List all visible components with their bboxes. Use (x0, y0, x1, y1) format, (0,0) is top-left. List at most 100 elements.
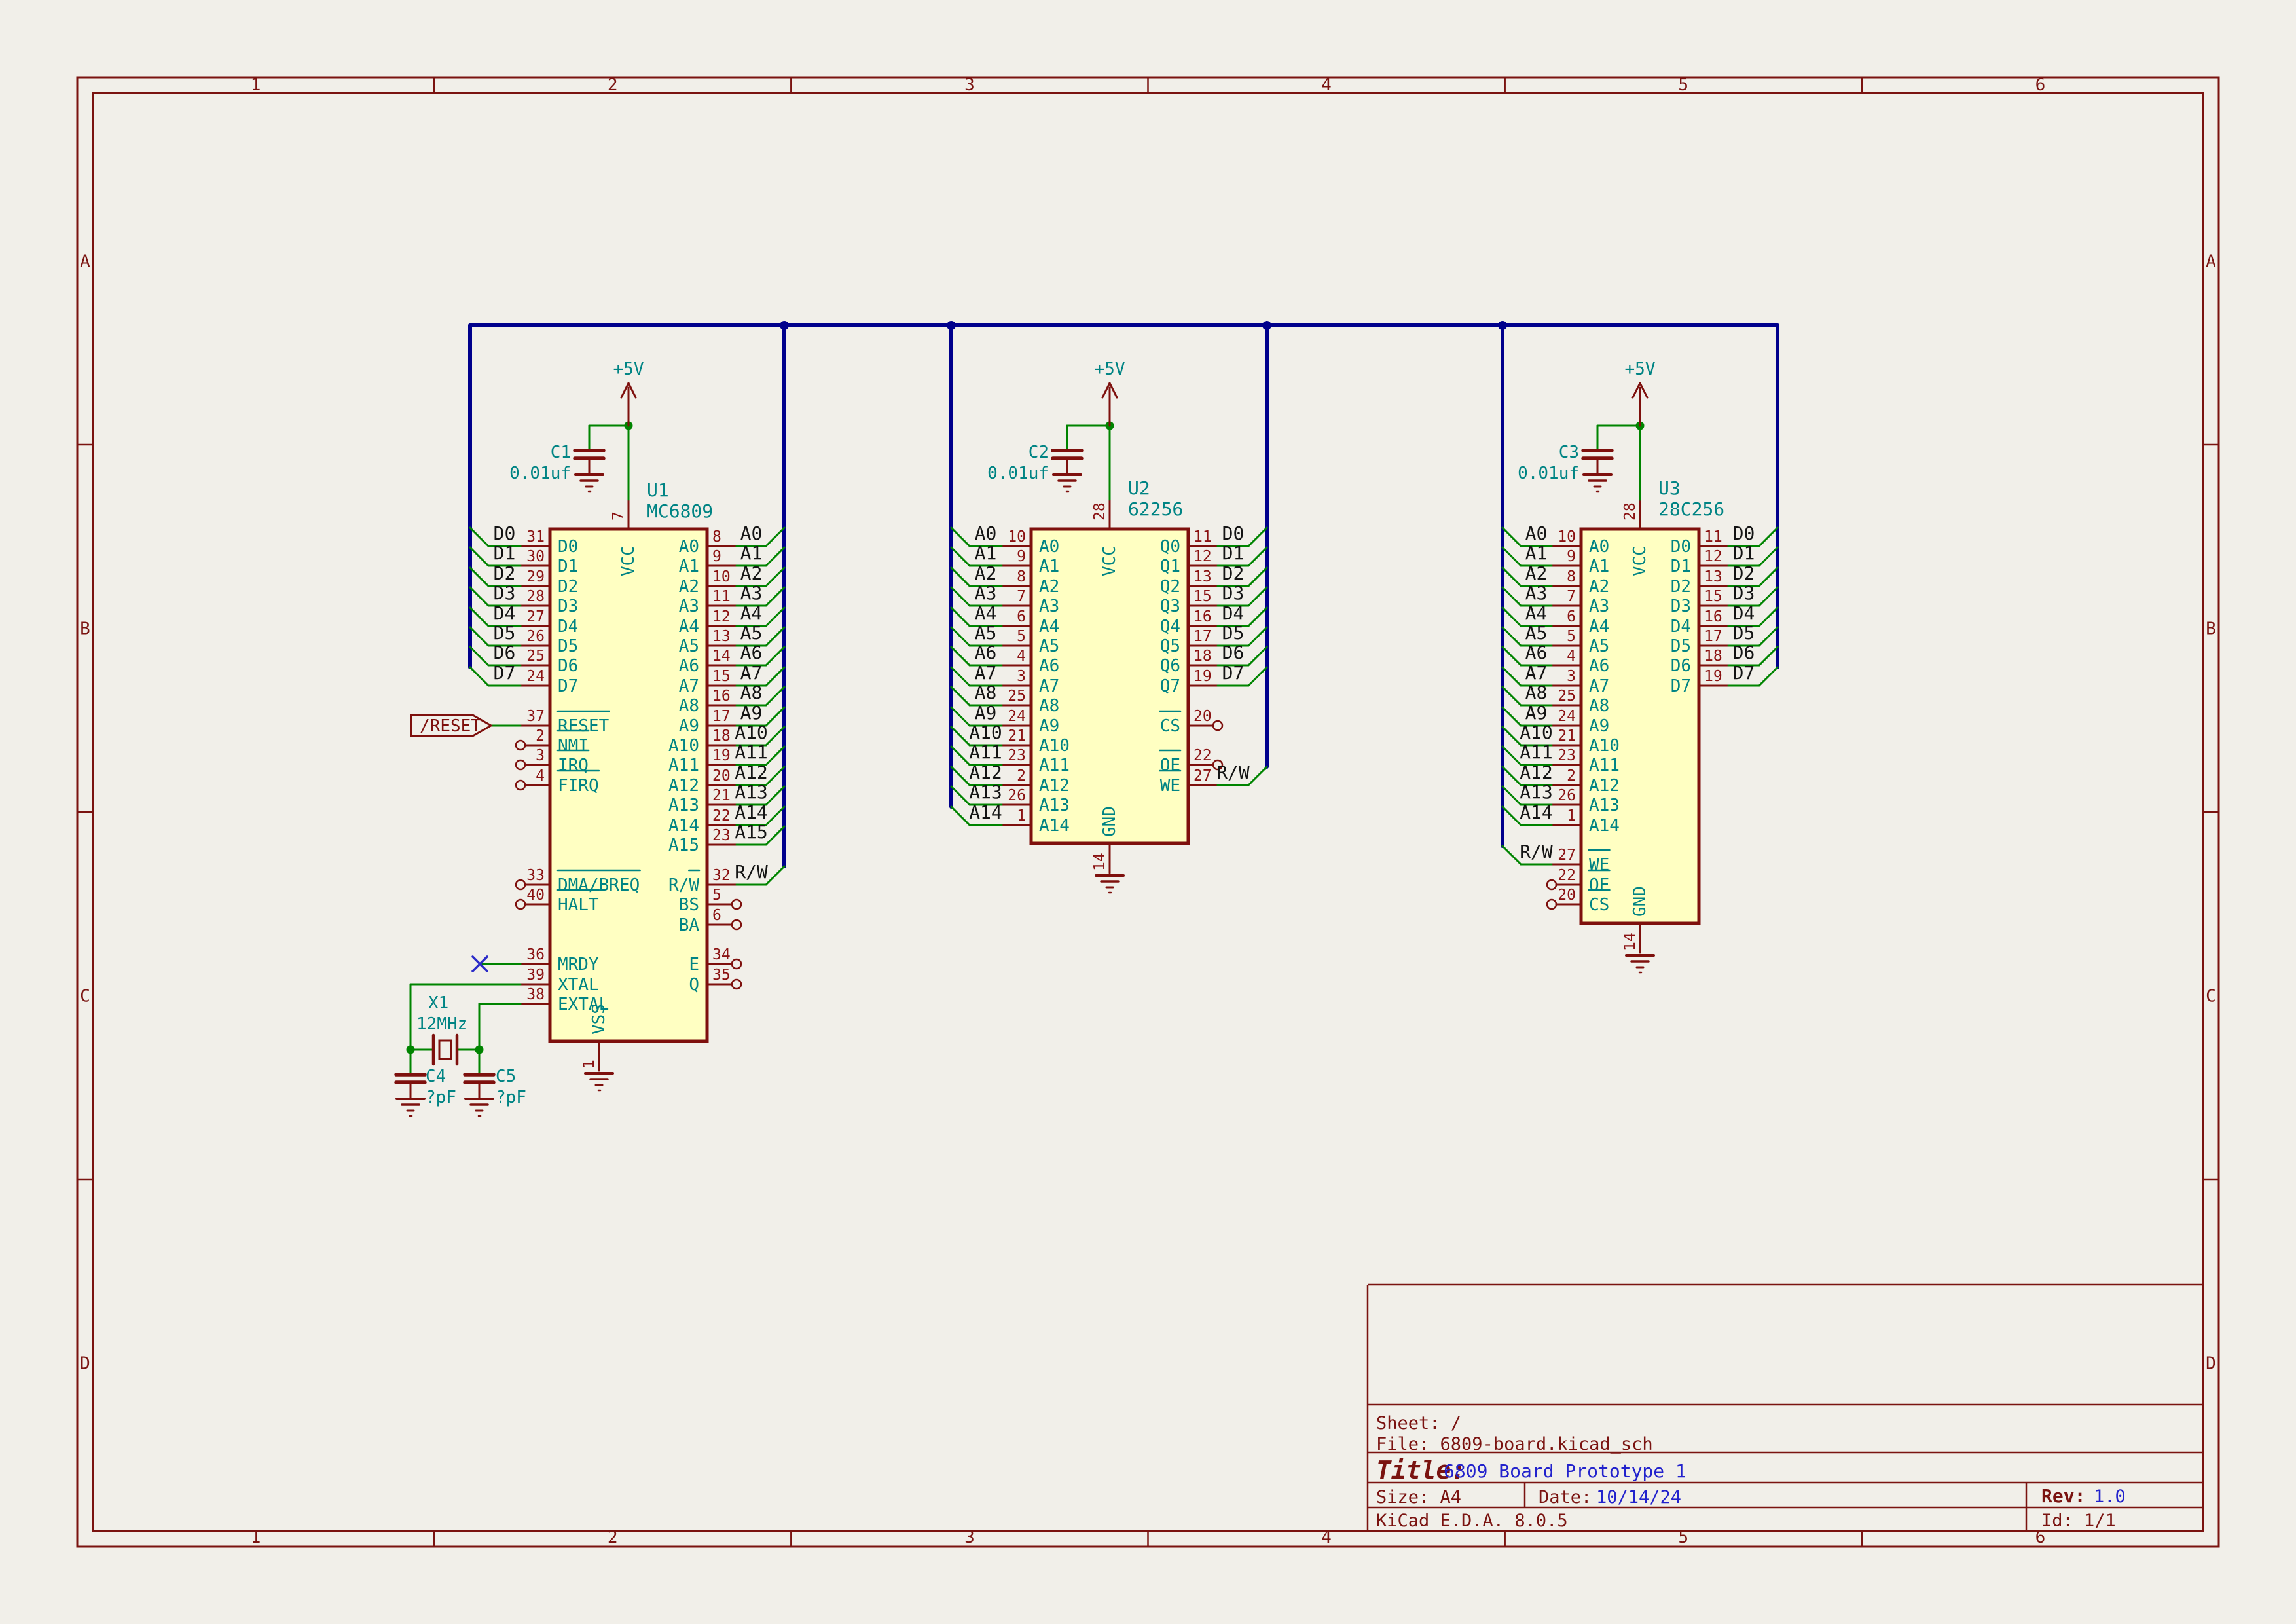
u1-pin-a4-number: 12 (712, 608, 731, 625)
u3-pin-d4-number: 16 (1704, 608, 1722, 625)
ruler-col-top-3: 3 (964, 75, 975, 95)
net-label-a12-u3: A12 (1520, 762, 1553, 783)
u1-pin-irq-number: 3 (536, 747, 545, 764)
u3-pin-d6-number: 18 (1704, 648, 1722, 665)
net-label-a2-u3: A2 (1525, 563, 1548, 584)
u1-pin-mrdy-name: MRDY (558, 955, 599, 974)
net-label-d6-u2: D6 (1222, 642, 1245, 663)
u1-pin-xtal-number: 39 (526, 967, 545, 984)
power-label-+5v: +5V (1625, 360, 1656, 379)
u1-pin-d3-name: D3 (558, 597, 578, 616)
u2-pin-a3-name: A3 (1039, 597, 1059, 616)
ruler-col-bottom-1: 1 (251, 1528, 261, 1547)
c2-ref: C2 (1029, 443, 1049, 462)
u2-pin-a9-number: 24 (1008, 708, 1026, 725)
u3-pin-vcc-number: 28 (1622, 502, 1639, 521)
u3-pin-a5-name: A5 (1589, 637, 1609, 656)
u2-value: 62256 (1128, 498, 1183, 520)
u1-pin-a14-name: A14 (668, 816, 699, 836)
net-label-a0-u1: A0 (740, 523, 763, 544)
u3-pin-vcc-name: VCC (1630, 545, 1650, 576)
net-label-d2-u2: D2 (1222, 563, 1245, 584)
u3-pin-a0-number: 10 (1558, 528, 1576, 545)
x1-value: 12MHz (416, 1014, 467, 1034)
ruler-row-left-B: B (80, 619, 90, 639)
u3-pin-a2-number: 8 (1567, 568, 1576, 585)
u3-pin-a12-name: A12 (1589, 776, 1620, 796)
u1-pin-a12-name: A12 (668, 776, 699, 796)
net-label-a11-u1: A11 (735, 741, 768, 763)
u1-pin-dma-breq-number: 33 (526, 867, 545, 884)
u3-pin-d3-name: D3 (1671, 597, 1691, 616)
c1-value: 0.01uf (509, 464, 571, 483)
u2-pin-a14-number: 1 (1017, 807, 1026, 824)
u1-pin-a1-name: A1 (679, 557, 699, 576)
u2-pin-gnd-name: GND (1100, 806, 1120, 837)
u2-pin-q5-name: Q5 (1160, 637, 1180, 656)
net-label-a12-u2: A12 (969, 762, 1002, 783)
net-label-d1-u2: D1 (1222, 542, 1245, 564)
u2-pin-we-name: WE (1160, 776, 1180, 796)
net-label-a0-u2: A0 (975, 523, 997, 544)
u1-pin-bs-number: 5 (712, 887, 721, 904)
u3-pin-a14-name: A14 (1589, 816, 1620, 836)
u2-pin-a4-name: A4 (1039, 617, 1059, 637)
ruler-col-top-1: 1 (251, 75, 261, 95)
u3-pin-a6-number: 4 (1567, 648, 1576, 665)
u2-pin-we-number: 27 (1194, 767, 1212, 784)
u1-pin-d0-number: 31 (526, 528, 545, 545)
u1-pin-nmi-number: 2 (536, 728, 545, 745)
u1-pin-e-number: 34 (712, 946, 731, 963)
u3-pin-a13-name: A13 (1589, 796, 1620, 815)
net-label-d4-u3: D4 (1733, 602, 1755, 624)
u3-pin-a10-name: A10 (1589, 736, 1620, 756)
net-label-a13-u3: A13 (1520, 781, 1553, 803)
net-label-d3-u3: D3 (1733, 582, 1755, 604)
net-label-a13-u2: A13 (969, 781, 1002, 803)
u3-pin-d5-name: D5 (1671, 637, 1691, 656)
u3-pin-d1-name: D1 (1671, 557, 1691, 576)
u3-pin-gnd-number: 14 (1622, 932, 1639, 951)
u3-pin-a4-name: A4 (1589, 617, 1609, 637)
size-label: Size: A4 (1376, 1487, 1461, 1507)
rev-value: 1.0 (2094, 1486, 2126, 1507)
u2-pin-q2-number: 13 (1194, 568, 1212, 585)
u2-pin-a5-name: A5 (1039, 637, 1059, 656)
u1-pin-d6-number: 25 (526, 648, 545, 665)
u3-pin-d2-name: D2 (1671, 577, 1691, 597)
net-label-a11-u2: A11 (969, 741, 1002, 763)
u1-pin-a14-number: 22 (712, 807, 731, 824)
ruler-col-bottom-2: 2 (608, 1528, 618, 1547)
u1-pin-a13-number: 21 (712, 787, 731, 804)
ruler-col-top-6: 6 (2035, 75, 2046, 95)
net-label-a4-u3: A4 (1525, 602, 1548, 624)
u3-pin-a3-name: A3 (1589, 597, 1609, 616)
net-label-d2-u3: D2 (1733, 563, 1755, 584)
net-label-a14-u2: A14 (969, 802, 1002, 823)
net-label-a10-u3: A10 (1520, 722, 1553, 743)
u1-pin-r-w-number: 32 (712, 867, 731, 884)
u1-pin-xtal-name: XTAL (558, 975, 599, 995)
net-label-a5-u3: A5 (1525, 622, 1548, 644)
u2-pin-q6-name: Q6 (1160, 656, 1180, 676)
u2-pin-vcc-number: 28 (1091, 502, 1108, 521)
net-label-a15-u1: A15 (735, 821, 768, 843)
u2-pin-a1-name: A1 (1039, 557, 1059, 576)
bus-junction (1262, 321, 1271, 330)
u1-pin-d4-name: D4 (558, 617, 578, 637)
u3-value: 28C256 (1658, 498, 1724, 520)
net-label-d7-u2: D7 (1222, 662, 1245, 684)
u3-pin-a12-number: 2 (1567, 767, 1576, 784)
u2-pin-q0-number: 11 (1194, 528, 1212, 545)
u3-pin-a14-number: 1 (1567, 807, 1576, 824)
u2-pin-a10-name: A10 (1039, 736, 1070, 756)
u3-pin-d7-name: D7 (1671, 676, 1691, 696)
x1-reference: X1 (428, 993, 448, 1013)
u1-pin-d7-name: D7 (558, 676, 578, 696)
u1-pin-d3-number: 28 (526, 588, 545, 605)
u3-pin-a1-number: 9 (1567, 548, 1576, 565)
u2-pin-a8-number: 25 (1008, 688, 1026, 705)
net-label-a3-u1: A3 (740, 582, 763, 604)
u2-pin-a9-name: A9 (1039, 716, 1059, 736)
power-label-+5v: +5V (1095, 360, 1125, 379)
